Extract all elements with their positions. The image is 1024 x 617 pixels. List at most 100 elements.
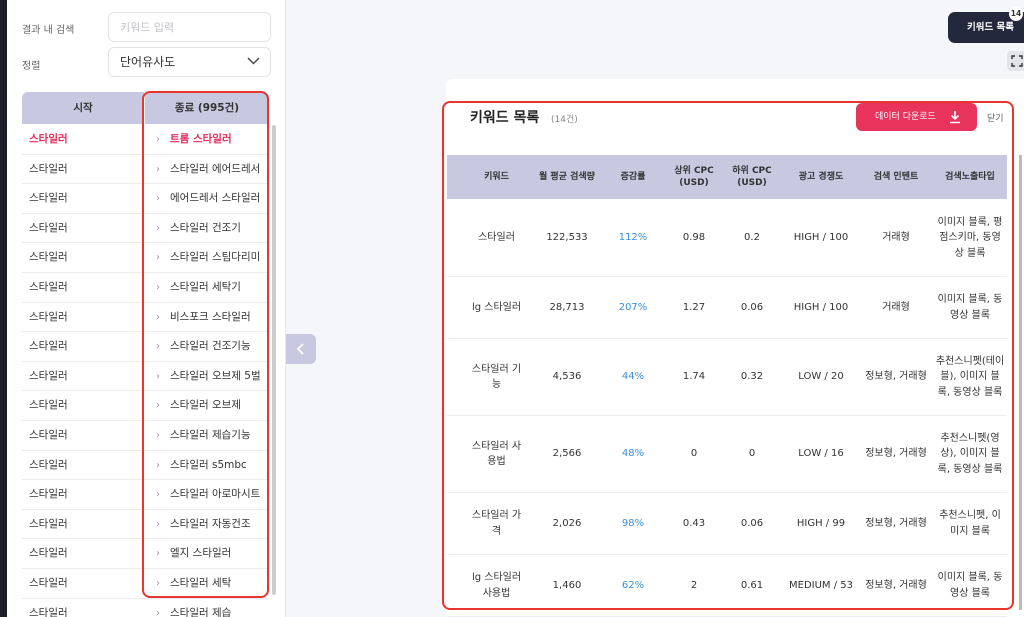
cell-cpc-low: 0.32 (740, 371, 764, 383)
cell-intent: 정보형, 거래형 (865, 579, 927, 591)
cell-exposure: 추천스니펫(테이블), 이미지 블록, 동영상 블록 (935, 355, 1005, 398)
cell-cpc-low: 0.06 (740, 517, 764, 529)
cell-keyword: 스타일러 사용법 (471, 440, 522, 468)
cell-cpc-low: 0.61 (740, 579, 764, 591)
start-keyword: 스타일러 (29, 369, 68, 382)
table-row[interactable]: 스타일러 사용법 2,566 48% 0 0 LOW / 16 정보형, 거래형 추천스니펫(… (447, 416, 1007, 493)
chevron-right-icon: › (156, 134, 160, 145)
close-button[interactable]: 닫기 (987, 111, 1004, 124)
list-item[interactable]: 스타일러 › 스타일러 제습 (22, 599, 269, 617)
fullscreen-button[interactable] (1007, 51, 1024, 71)
cell-rate: 112% (618, 232, 648, 244)
cell-exposure: 이미지 블록, 평점스키마, 동영상 블록 (937, 216, 1003, 259)
cell-cpc-high: 1.27 (682, 301, 706, 313)
list-item[interactable]: 스타일러 › 스타일러 아로마시트 (22, 480, 269, 510)
header-competition[interactable]: 광고 경쟁도 (786, 155, 856, 199)
end-keyword: 스타일러 세탁기 (170, 280, 241, 293)
cell-intent: 거래형 (882, 301, 910, 313)
expand-icon (1011, 55, 1023, 67)
list-scrollbar[interactable] (272, 125, 276, 595)
start-keyword: 스타일러 (29, 280, 68, 293)
start-keyword: 스타일러 (29, 251, 68, 264)
header-cpc-high[interactable]: 상위 CPC (USD) (669, 155, 719, 199)
chevron-right-icon: › (156, 548, 160, 560)
keyword-path-list: 스타일러 › 트롬 스타일러 스타일러 › 스타일러 에어드레서 스타일러 › 에어드레서 스타… (22, 125, 269, 617)
collapse-panel-button[interactable] (286, 334, 316, 364)
download-data-button[interactable]: 데이터 다운로드 (856, 103, 977, 131)
list-item[interactable]: 스타일러 › 트롬 스타일러 (22, 125, 269, 155)
cell-competition: MEDIUM / 53 (789, 579, 853, 591)
end-keyword: 스타일러 건조기능 (170, 340, 251, 353)
start-keyword: 스타일러 (29, 340, 68, 353)
table-scrollbar[interactable] (1019, 155, 1022, 610)
start-keyword: 스타일러 (29, 458, 68, 471)
start-keyword: 스타일러 (29, 310, 68, 323)
list-item[interactable]: 스타일러 › 스타일러 s5mbc (22, 451, 269, 481)
end-keyword: 스타일러 아로마시트 (170, 488, 261, 501)
table-row[interactable]: lg 스타일러 28,713 207% 1.27 0.06 HIGH / 100 거래형 이미… (447, 277, 1007, 339)
list-item[interactable]: 스타일러 › 에어드레서 스타일러 (22, 184, 269, 214)
start-keyword: 스타일러 (29, 221, 68, 234)
list-item[interactable]: 스타일러 › 스타일러 에어드레서 (22, 155, 269, 185)
header-volume[interactable]: 월 평균 검색량 (532, 155, 602, 199)
cell-cpc-high: 0.98 (682, 232, 706, 244)
chevron-right-icon: › (156, 370, 160, 382)
list-item[interactable]: 스타일러 › 스타일러 오브제 (22, 391, 269, 421)
list-item[interactable]: 스타일러 › 스타일러 세탁 (22, 569, 269, 599)
cell-exposure: 이미지 블록, 동영상 블록 (937, 294, 1003, 321)
cell-rate: 48% (621, 448, 645, 460)
list-item[interactable]: 스타일러 › 엘지 스타일러 (22, 539, 269, 569)
cell-volume: 122,533 (546, 232, 588, 244)
cell-volume: 2,026 (552, 517, 582, 529)
start-keyword: 스타일러 (29, 547, 68, 560)
table-row[interactable]: lg 스타일러 사용법 1,460 62% 2 0.61 MEDIUM / 53 정보형, … (447, 555, 1007, 617)
search-input[interactable] (108, 12, 271, 42)
cell-exposure: 추천스니펫, 이미지 블록 (939, 510, 1001, 537)
list-item[interactable]: 스타일러 › 스타일러 오브제 5벌 (22, 362, 269, 392)
chevron-right-icon: › (156, 252, 160, 264)
header-rate[interactable]: 증감률 (608, 155, 658, 199)
start-keyword: 스타일러 (29, 399, 68, 412)
sort-label: 정렬 (22, 61, 41, 72)
cell-cpc-low: 0.06 (740, 301, 764, 313)
chevron-right-icon: › (156, 341, 160, 353)
list-item[interactable]: 스타일러 › 스타일러 자동건조 (22, 510, 269, 540)
end-keyword: 스타일러 세탁 (170, 576, 232, 589)
sort-select[interactable]: 단어유사도 (108, 47, 271, 77)
start-keyword: 스타일러 (29, 133, 68, 145)
cell-keyword: 스타일러 (478, 232, 515, 244)
chevron-right-icon: › (156, 400, 160, 412)
cell-intent: 정보형, 거래형 (865, 371, 927, 383)
start-keyword: 스타일러 (29, 162, 68, 175)
end-keyword: 스타일러 오브제 (170, 399, 241, 412)
chevron-right-icon: › (156, 577, 160, 589)
header-intent[interactable]: 검색 인텐트 (863, 155, 929, 199)
end-keyword: 스타일러 에어드레서 (170, 162, 261, 175)
list-item[interactable]: 스타일러 › 스타일러 건조기 (22, 214, 269, 244)
cell-competition: HIGH / 100 (793, 301, 849, 313)
header-exposure[interactable]: 검색노출타입 (935, 155, 1005, 199)
column-header-end[interactable]: 종료 (995건) (145, 92, 269, 124)
end-keyword: 스타일러 제습기능 (170, 428, 251, 441)
end-keyword: 엘지 스타일러 (170, 547, 232, 560)
list-item[interactable]: 스타일러 › 스타일러 스팀다리미 (22, 243, 269, 273)
modal-count: (14건) (551, 115, 578, 125)
sort-value: 단어유사도 (120, 55, 176, 69)
cell-rate: 62% (621, 579, 645, 591)
list-item[interactable]: 스타일러 › 스타일러 세탁기 (22, 273, 269, 303)
cell-exposure: 추천스니펫(영상), 이미지 블록, 동영상 블록 (937, 432, 1003, 475)
cell-volume: 28,713 (549, 301, 585, 313)
cell-rate: 207% (618, 301, 648, 313)
table-row[interactable]: 스타일러 기능 4,536 44% 1.74 0.32 LOW / 20 정보형, 거래형 추… (447, 339, 1007, 416)
header-keyword[interactable]: 키워드 (469, 155, 524, 199)
table-row[interactable]: 스타일러 가격 2,026 98% 0.43 0.06 HIGH / 99 정보형, 거래형… (447, 493, 1007, 555)
list-item[interactable]: 스타일러 › 스타일러 제습기능 (22, 421, 269, 451)
list-item[interactable]: 스타일러 › 비스포크 스타일러 (22, 303, 269, 333)
chevron-right-icon: › (156, 429, 160, 441)
column-header-start[interactable]: 시작 (22, 92, 144, 124)
header-cpc-low[interactable]: 하위 CPC (USD) (727, 155, 777, 199)
start-keyword: 스타일러 (29, 606, 68, 617)
list-item[interactable]: 스타일러 › 스타일러 건조기능 (22, 332, 269, 362)
cell-rate: 98% (621, 517, 645, 529)
table-row[interactable]: 스타일러 122,533 112% 0.98 0.2 HIGH / 100 거래형 이미지 블… (447, 200, 1007, 277)
